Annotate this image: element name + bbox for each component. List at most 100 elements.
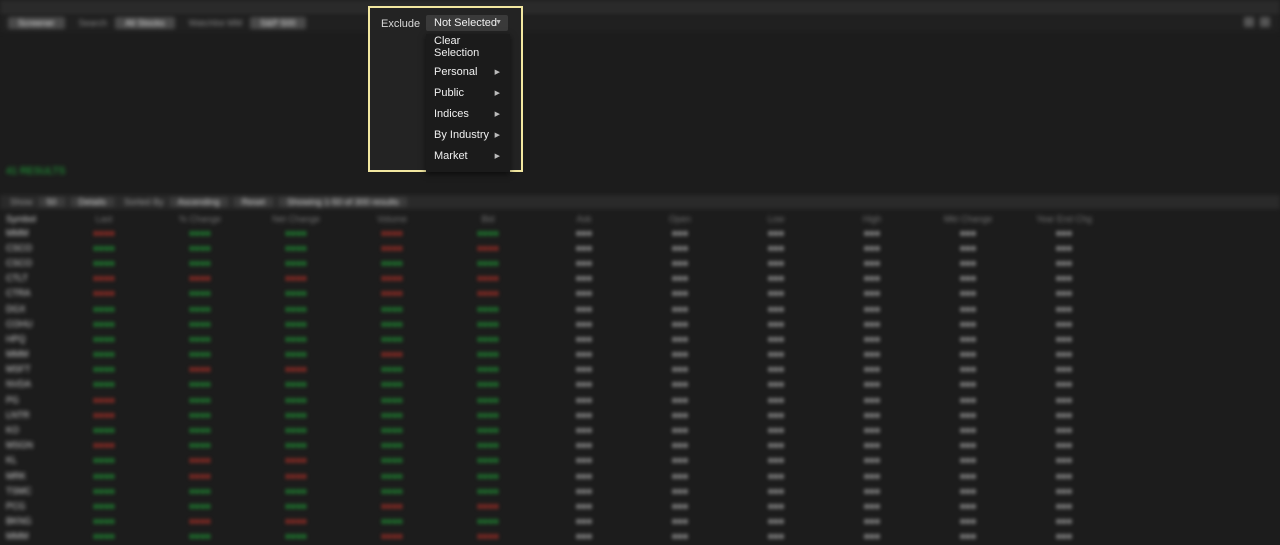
table-row[interactable]: MRK ●●●● ●●●● ●●●● ●●●● ●●●● ●●● ●●● ●●● ●●● ●●● ●●…: [0, 468, 1280, 483]
value-cell: ●●●●: [381, 364, 403, 375]
table-row[interactable]: KO ●●●● ●●●● ●●●● ●●●● ●●●● ●●● ●●● ●●● ●●● ●●● ●●●: [0, 422, 1280, 437]
value-cell: ●●●: [1055, 440, 1073, 451]
value-cell: ●●●: [575, 318, 593, 329]
value-cell: ●●●: [671, 227, 689, 238]
value-cell: ●●●●: [285, 257, 307, 268]
value-cell: ●●●●: [93, 242, 115, 253]
value-cell: ●●●: [671, 349, 689, 360]
menu-item-indices[interactable]: Indices ▶: [434, 106, 502, 122]
table-row[interactable]: PG ●●●● ●●●● ●●●● ●●●● ●●●● ●●● ●●● ●●● ●●● ●●● ●●●: [0, 392, 1280, 407]
value-cell: ●●●: [671, 455, 689, 466]
value-cell: ●●●: [575, 227, 593, 238]
column-header[interactable]: Symbol: [0, 214, 56, 224]
menu-item-personal[interactable]: Personal ▶: [434, 64, 502, 80]
column-header[interactable]: Year End Chg: [1016, 214, 1112, 224]
value-cell: ●●●●: [189, 500, 211, 511]
column-header[interactable]: Ask: [536, 214, 632, 224]
column-header[interactable]: % Change: [152, 214, 248, 224]
menu-item-clear-selection[interactable]: Clear Selection: [434, 35, 502, 59]
table-row[interactable]: DGX ●●●● ●●●● ●●●● ●●●● ●●●● ●●● ●●● ●●● ●●● ●●● ●●…: [0, 301, 1280, 316]
symbol-cell: CSCO: [6, 242, 33, 253]
value-cell: ●●●: [671, 425, 689, 436]
table-row[interactable]: MMM ●●●● ●●●● ●●●● ●●●● ●●●● ●●● ●●● ●●● ●●● ●●● ●●…: [0, 529, 1280, 544]
column-header[interactable]: Open: [632, 214, 728, 224]
value-cell: ●●●: [671, 288, 689, 299]
close-icon[interactable]: [1260, 17, 1270, 27]
value-cell: ●●●: [1055, 409, 1073, 420]
value-cell: ●●●: [959, 531, 977, 542]
table-row[interactable]: KL ●●●● ●●●● ●●●● ●●●● ●●●● ●●● ●●● ●●● ●●● ●●● ●●●: [0, 453, 1280, 468]
value-cell: ●●●●: [189, 516, 211, 527]
table-row[interactable]: CTRA ●●●● ●●●● ●●●● ●●●● ●●●● ●●● ●●● ●●● ●●● ●●● ●…: [0, 286, 1280, 301]
value-cell: ●●●●: [381, 257, 403, 268]
chevron-right-icon: ▶: [494, 69, 500, 76]
table-row[interactable]: MMM ●●●● ●●●● ●●●● ●●●● ●●●● ●●● ●●● ●●● ●●● ●●● ●●…: [0, 347, 1280, 362]
symbol-cell: KO: [6, 425, 20, 436]
universe-select[interactable]: All Stocks: [115, 17, 175, 29]
show-select[interactable]: 50: [38, 197, 65, 207]
column-header[interactable]: Mkt Change: [920, 214, 1016, 224]
table-row[interactable]: TSMC ●●●● ●●●● ●●●● ●●●● ●●●● ●●● ●●● ●●● ●●● ●●● ●…: [0, 483, 1280, 498]
column-header[interactable]: Net Change: [248, 214, 344, 224]
order-select[interactable]: Ascending: [169, 197, 228, 207]
settings-icon[interactable]: [1244, 17, 1254, 27]
value-cell: ●●●: [575, 288, 593, 299]
value-cell: ●●●●: [285, 364, 307, 375]
table-row[interactable]: PCG ●●●● ●●●● ●●●● ●●●● ●●●● ●●● ●●● ●●● ●●● ●●● ●●…: [0, 498, 1280, 513]
value-cell: ●●●●: [285, 440, 307, 451]
value-cell: ●●●●: [189, 425, 211, 436]
value-cell: ●●●●: [189, 257, 211, 268]
value-cell: ●●●●: [477, 394, 499, 405]
value-cell: ●●●: [671, 364, 689, 375]
value-cell: ●●●●: [285, 409, 307, 420]
menu-item-market[interactable]: Market ▶: [434, 148, 502, 164]
value-cell: ●●●●: [93, 470, 115, 481]
table-row[interactable]: CSCO ●●●● ●●●● ●●●● ●●●● ●●●● ●●● ●●● ●●● ●●● ●●● ●…: [0, 255, 1280, 270]
value-cell: ●●●: [959, 455, 977, 466]
value-cell: ●●●: [767, 303, 785, 314]
table-row[interactable]: CTLT ●●●● ●●●● ●●●● ●●●● ●●●● ●●● ●●● ●●● ●●● ●●● ●…: [0, 271, 1280, 286]
table-row[interactable]: LNTR ●●●● ●●●● ●●●● ●●●● ●●●● ●●● ●●● ●●● ●●● ●●● ●…: [0, 407, 1280, 422]
screener-tab[interactable]: Screener: [8, 17, 65, 29]
value-cell: ●●●●: [93, 394, 115, 405]
table-row[interactable]: NVDA ●●●● ●●●● ●●●● ●●●● ●●●● ●●● ●●● ●●● ●●● ●●● ●…: [0, 377, 1280, 392]
column-header[interactable]: Low: [728, 214, 824, 224]
table-row[interactable]: HPQ ●●●● ●●●● ●●●● ●●●● ●●●● ●●● ●●● ●●● ●●● ●●● ●●…: [0, 331, 1280, 346]
column-header[interactable]: Volume: [344, 214, 440, 224]
value-cell: ●●●: [959, 425, 977, 436]
value-cell: ●●●●: [93, 500, 115, 511]
value-cell: ●●●: [863, 500, 881, 511]
table-row[interactable]: COHU ●●●● ●●●● ●●●● ●●●● ●●●● ●●● ●●● ●●● ●●● ●●● ●…: [0, 316, 1280, 331]
value-cell: ●●●●: [477, 303, 499, 314]
menu-item-label: Clear Selection: [434, 35, 480, 59]
value-cell: ●●●: [959, 273, 977, 284]
value-cell: ●●●: [959, 440, 977, 451]
reset-button[interactable]: Reset: [233, 197, 274, 207]
table-row[interactable]: MSGN ●●●● ●●●● ●●●● ●●●● ●●●● ●●● ●●● ●●● ●●● ●●● ●…: [0, 438, 1280, 453]
value-cell: ●●●: [863, 303, 881, 314]
symbol-cell: CSCO: [6, 257, 33, 268]
value-cell: ●●●: [959, 349, 977, 360]
filter-bar: Show 50 Details Sorted By Ascending Rese…: [0, 195, 1280, 209]
table-row[interactable]: MSFT ●●●● ●●●● ●●●● ●●●● ●●●● ●●● ●●● ●●● ●●● ●●● ●…: [0, 362, 1280, 377]
value-cell: ●●●: [959, 500, 977, 511]
column-header[interactable]: High: [824, 214, 920, 224]
value-cell: ●●●: [575, 531, 593, 542]
value-cell: ●●●●: [285, 288, 307, 299]
column-header[interactable]: Bid: [440, 214, 536, 224]
symbol-cell: DGX: [6, 303, 26, 314]
details-select[interactable]: Details: [70, 197, 115, 207]
chevron-down-icon: ▼: [495, 19, 502, 26]
menu-item-public[interactable]: Public ▶: [434, 85, 502, 101]
value-cell: ●●●: [575, 425, 593, 436]
list-select[interactable]: S&P 500: [250, 17, 306, 29]
exclude-select[interactable]: Not Selected ▼: [426, 15, 508, 31]
column-header[interactable]: Last: [56, 214, 152, 224]
table-row[interactable]: BKNG ●●●● ●●●● ●●●● ●●●● ●●●● ●●● ●●● ●●● ●●● ●●● ●…: [0, 514, 1280, 529]
table-row[interactable]: CSCO ●●●● ●●●● ●●●● ●●●● ●●●● ●●● ●●● ●●● ●●● ●●● ●…: [0, 240, 1280, 255]
table-row[interactable]: MMM ●●●● ●●●● ●●●● ●●●● ●●●● ●●● ●●● ●●● ●●● ●●● ●●…: [0, 225, 1280, 240]
value-cell: ●●●: [1055, 349, 1073, 360]
menu-item-by-industry[interactable]: By Industry ▶: [434, 127, 502, 143]
value-cell: ●●●: [575, 485, 593, 496]
exclude-label: Exclude: [381, 18, 421, 30]
